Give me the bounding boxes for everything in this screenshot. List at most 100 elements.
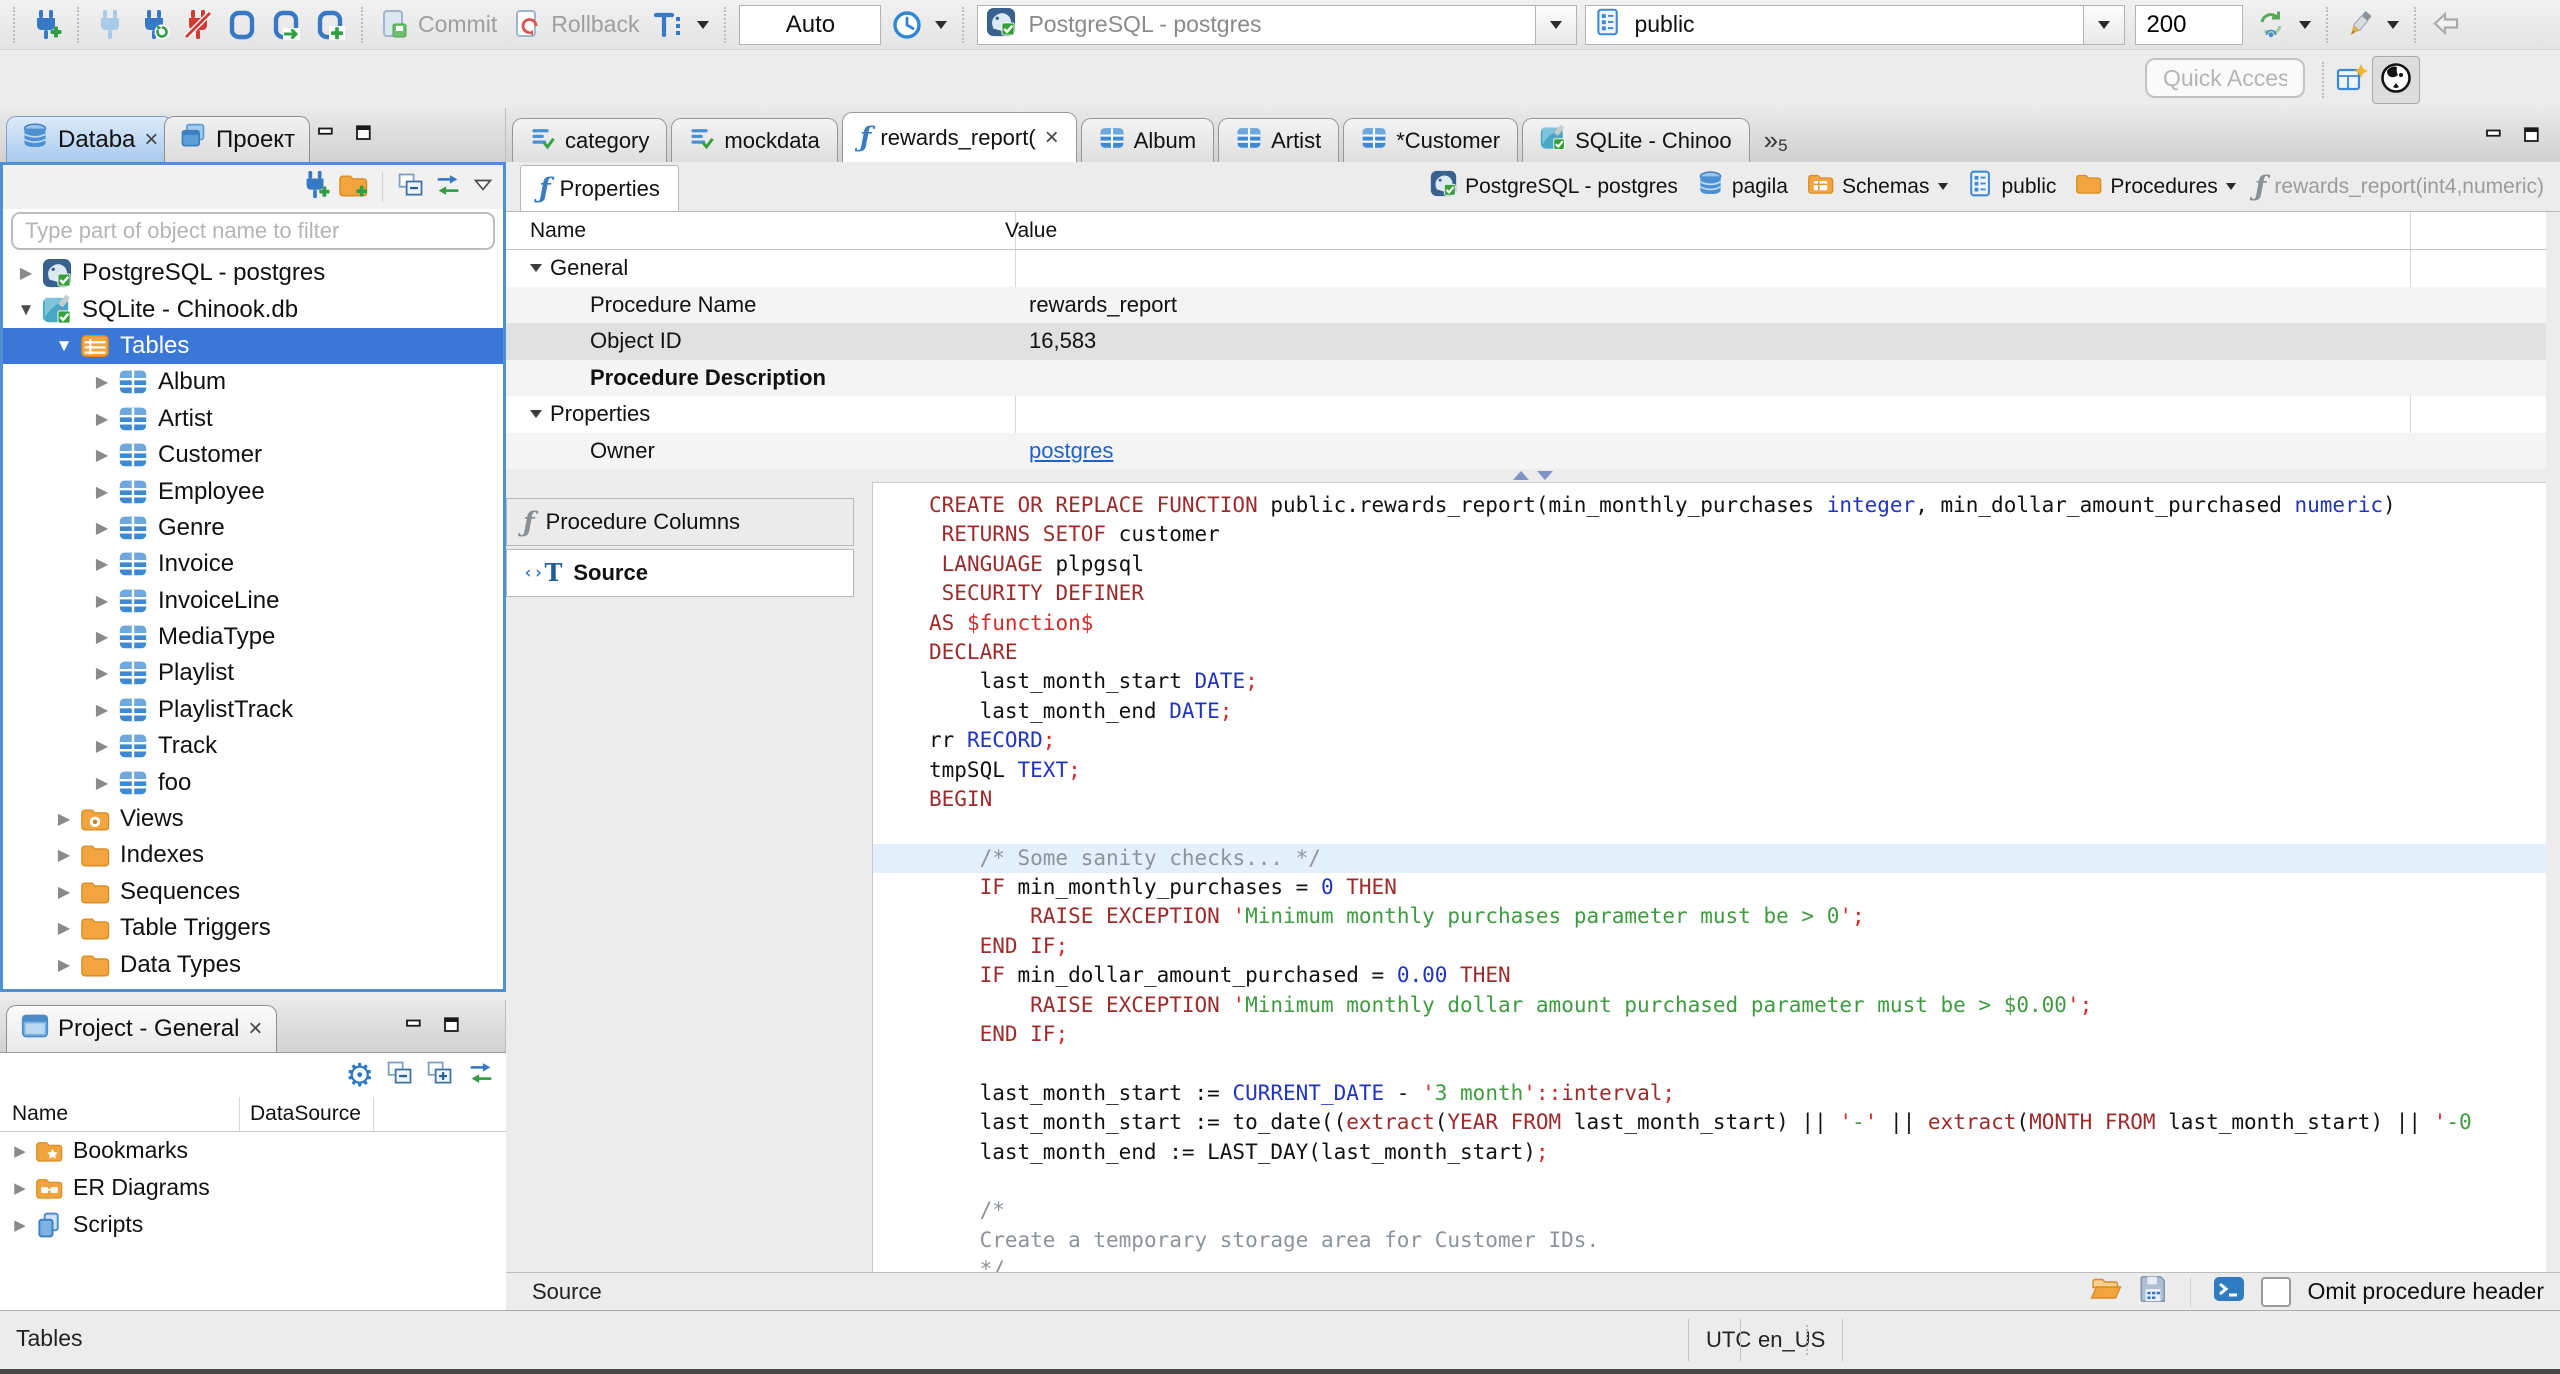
chevron-right-icon[interactable]: ▶ — [49, 882, 79, 902]
chevron-right-icon[interactable]: ▶ — [49, 845, 79, 865]
code-line[interactable]: IF min_monthly_purchases = 0 THEN — [873, 873, 2546, 902]
editor-tab-rewards-report[interactable]: ƒ rewards_report(× — [841, 112, 1077, 162]
breadcrumb-pagila[interactable]: pagila — [1697, 170, 1788, 203]
code-line[interactable]: /* Some sanity checks... */ — [873, 843, 2546, 874]
maximize-icon[interactable] — [354, 124, 378, 153]
breadcrumb-rewards-report-int4-numeric[interactable]: ƒ rewards_report(int4,numeric) — [2255, 173, 2544, 201]
code-line[interactable] — [873, 814, 2546, 843]
omit-procedure-header-checkbox[interactable] — [2261, 1276, 2292, 1307]
maximize-icon[interactable] — [442, 1016, 466, 1045]
tab-overflow-indicator[interactable]: » 5 — [1764, 125, 1788, 156]
pen-caret[interactable] — [2387, 20, 2400, 29]
chevron-right-icon[interactable]: ▶ — [6, 1142, 34, 1160]
chevron-right-icon[interactable]: ▶ — [49, 809, 79, 829]
active-connection-combo[interactable]: PostgreSQL - postgres — [977, 4, 1578, 45]
code-line[interactable]: last_month_start DATE; — [873, 667, 2546, 696]
code-line[interactable]: RAISE EXCEPTION 'Minimum monthly purchas… — [873, 902, 2546, 931]
sql-editor-icon[interactable] — [222, 4, 262, 46]
perspective-icon[interactable] — [2336, 62, 2368, 99]
code-line[interactable]: BEGIN — [873, 785, 2546, 814]
view-menu-chevron-icon[interactable] — [471, 173, 495, 202]
expand-down-icon[interactable] — [1537, 470, 1553, 480]
tree-item-artist[interactable]: ▶ Artist — [3, 401, 503, 437]
tab-properties[interactable]: ƒ Properties — [520, 165, 679, 211]
tree-item-playlisttrack[interactable]: ▶ PlaylistTrack — [3, 692, 503, 728]
maximize-icon[interactable] — [2522, 126, 2546, 155]
code-line[interactable]: Create a temporary storage area for Cust… — [873, 1226, 2546, 1255]
tree-item-views[interactable]: ▶ Views — [3, 801, 503, 837]
close-icon[interactable]: × — [248, 1017, 262, 1041]
quick-access-input[interactable] — [2145, 58, 2305, 98]
chevron-right-icon[interactable]: ▶ — [6, 1216, 34, 1234]
refresh-caret[interactable] — [2299, 20, 2312, 29]
breadcrumb-postgresql-postgres[interactable]: PostgreSQL - postgres — [1430, 170, 1678, 203]
code-line[interactable]: last_month_start := CURRENT_DATE - '3 mo… — [873, 1079, 2546, 1108]
editor-tab-sqlite-chinoo[interactable]: SQLite - Chinoo — [1522, 118, 1750, 162]
chevron-down-icon[interactable] — [1937, 183, 1948, 190]
transaction-mode-icon[interactable] — [649, 4, 689, 46]
splitter-handle[interactable] — [506, 468, 2560, 482]
chevron-right-icon[interactable]: ▶ — [87, 700, 117, 720]
breadcrumb-procedures[interactable]: Procedures — [2075, 170, 2236, 203]
sql-source-code[interactable]: CREATE OR REPLACE FUNCTION public.reward… — [873, 491, 2546, 1272]
code-line[interactable]: SECURITY DEFINER — [873, 579, 2546, 608]
code-line[interactable]: DECLARE — [873, 638, 2546, 667]
property-row-owner[interactable]: Owner postgres — [506, 432, 2546, 469]
tree-item-postgresql-postgres[interactable]: ▶ PostgreSQL - postgres — [3, 255, 503, 291]
refresh-sync-icon[interactable] — [2251, 4, 2291, 46]
editor-tab-artist[interactable]: Artist — [1218, 118, 1340, 162]
tree-item-invoiceline[interactable]: ▶ InvoiceLine — [3, 583, 503, 619]
code-line[interactable]: /* — [873, 1196, 2546, 1225]
transaction-log-caret[interactable] — [935, 20, 948, 29]
collapse-up-icon[interactable] — [1513, 470, 1529, 480]
commit-button[interactable]: Commit — [418, 11, 497, 38]
project-item-scripts[interactable]: ▶ Scripts — [0, 1206, 506, 1243]
new-connection-icon[interactable] — [26, 4, 66, 46]
close-icon[interactable]: × — [1045, 125, 1059, 150]
code-line[interactable]: IF min_dollar_amount_purchased = 0.00 TH… — [873, 961, 2546, 990]
chevron-right-icon[interactable]: ▶ — [87, 518, 117, 538]
chevron-down-icon[interactable] — [530, 264, 542, 273]
link-with-editor-icon[interactable] — [433, 170, 463, 205]
code-line[interactable]: RETURNS SETOF customer — [873, 520, 2546, 549]
tree-item-tables[interactable]: ▼ Tables — [3, 327, 503, 365]
tree-item-playlist[interactable]: ▶ Playlist — [3, 655, 503, 691]
close-icon[interactable]: × — [144, 127, 158, 152]
collapse-all-icon[interactable] — [386, 1059, 414, 1092]
chevron-right-icon[interactable]: ▶ — [87, 591, 117, 611]
new-sql-editor-icon[interactable] — [310, 4, 350, 46]
code-line[interactable]: RAISE EXCEPTION 'Minimum monthly dollar … — [873, 991, 2546, 1020]
commit-mode-combo[interactable]: Auto — [739, 4, 882, 45]
tree-item-album[interactable]: ▶ Album — [3, 364, 503, 400]
reconnect-icon[interactable] — [134, 4, 174, 46]
expand-all-icon[interactable] — [426, 1059, 454, 1092]
chevron-right-icon[interactable]: ▶ — [87, 372, 117, 392]
tree-item-table-triggers[interactable]: ▶ Table Triggers — [3, 910, 503, 946]
tree-item-customer[interactable]: ▶ Customer — [3, 437, 503, 473]
tree-item-sequences[interactable]: ▶ Sequences — [3, 874, 503, 910]
chevron-right-icon[interactable]: ▶ — [87, 736, 117, 756]
tree-item-sqlite-chinook-db[interactable]: ▼ SQLite - Chinook.db — [3, 291, 503, 327]
tab-project[interactable]: Проект — [164, 116, 311, 162]
code-line[interactable] — [873, 1049, 2546, 1078]
property-row-procedure-name[interactable]: Procedure Name rewards_report — [506, 286, 2546, 323]
chevron-down-icon[interactable] — [530, 410, 542, 419]
chevron-right-icon[interactable]: ▶ — [87, 627, 117, 647]
connection-combo-button[interactable] — [1535, 5, 1577, 44]
new-folder-icon[interactable] — [338, 170, 368, 205]
breadcrumb-schemas[interactable]: Schemas — [1807, 170, 1948, 203]
property-row-object-id[interactable]: Object ID 16,583 — [506, 323, 2546, 360]
tree-item-employee[interactable]: ▶ Employee — [3, 473, 503, 509]
code-line[interactable] — [873, 1167, 2546, 1196]
chevron-right-icon[interactable]: ▶ — [87, 445, 117, 465]
tree-item-foo[interactable]: ▶ foo — [3, 764, 503, 800]
chevron-down-icon[interactable] — [2225, 183, 2236, 190]
source-editor[interactable]: CREATE OR REPLACE FUNCTION public.reward… — [872, 482, 2546, 1272]
code-line[interactable]: last_month_end := LAST_DAY(last_month_st… — [873, 1138, 2546, 1167]
tree-item-indexes[interactable]: ▶ Indexes — [3, 837, 503, 873]
chevron-right-icon[interactable]: ▶ — [87, 773, 117, 793]
code-line[interactable]: */ — [873, 1255, 2546, 1272]
project-item-bookmarks[interactable]: ▶ Bookmarks — [0, 1132, 506, 1169]
tab-database-navigator[interactable]: Databa × — [6, 116, 174, 162]
save-to-file-icon[interactable] — [2138, 1274, 2168, 1309]
